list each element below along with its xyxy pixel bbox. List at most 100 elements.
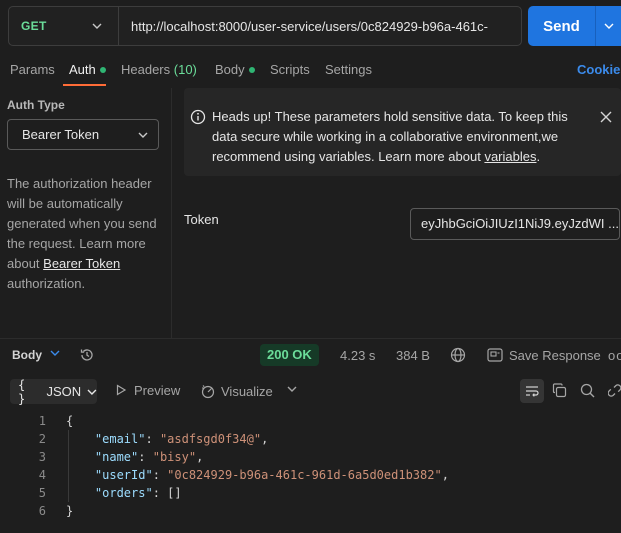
chevron-down-icon [138, 132, 148, 138]
more-options-button[interactable]: ooo [608, 348, 621, 363]
copy-icon[interactable] [552, 383, 567, 398]
chevron-down-icon [604, 23, 613, 29]
response-size[interactable]: 384 B [396, 348, 430, 363]
json-punctuation: , [261, 432, 269, 446]
chevron-down-icon[interactable] [50, 350, 60, 356]
chevron-down-icon [87, 389, 97, 395]
status-badge[interactable]: 200 OK [260, 344, 319, 366]
json-punctuation [66, 486, 95, 500]
json-punctuation: : [] [152, 486, 182, 500]
format-select[interactable]: { } JSON [10, 377, 97, 406]
send-button[interactable]: Send [528, 18, 595, 35]
tab-settings[interactable]: Settings [325, 62, 372, 77]
active-dot-icon [99, 66, 106, 73]
code-line: 1{ [0, 412, 621, 430]
bearer-token-link[interactable]: Bearer Token [43, 256, 120, 271]
auth-desc-text-end: authorization. [7, 276, 86, 291]
active-dot-icon [248, 66, 255, 73]
tab-body[interactable]: Body [215, 62, 255, 77]
url-bar: GET http://localhost:8000/user-service/u… [8, 6, 522, 46]
visualize-label: Visualize [221, 384, 273, 399]
active-tab-underline [63, 84, 106, 86]
tab-headers-label: Headers [121, 62, 171, 77]
notice-text: Heads up! These parameters hold sensitiv… [212, 107, 596, 167]
code-line: 4 "userId": "0c824929-b96a-461c-961d-6a5… [0, 466, 621, 484]
line-number: 4 [38, 468, 46, 482]
tab-headers[interactable]: Headers (10) [121, 62, 197, 77]
auth-description: The authorization header will be automat… [7, 174, 167, 294]
visualize-button[interactable]: Visualize [200, 383, 273, 399]
response-time[interactable]: 4.23 s [340, 348, 375, 363]
auth-type-label: Auth Type [7, 98, 65, 112]
headers-count: (10) [173, 62, 197, 77]
line-content: } [66, 502, 73, 520]
tab-scripts[interactable]: Scripts [270, 62, 310, 77]
tab-body-label: Body [215, 62, 245, 77]
json-key: "orders" [94, 486, 153, 500]
save-response-icon[interactable] [487, 348, 503, 362]
line-number: 5 [38, 486, 46, 500]
json-punctuation: : [138, 450, 153, 464]
auth-type-value: Bearer Token [22, 127, 100, 142]
format-label: JSON [46, 384, 82, 399]
json-key: "name" [94, 450, 139, 464]
json-punctuation: , [196, 450, 204, 464]
code-line: 6} [0, 502, 621, 520]
line-content: "userId": "0c824929-b96a-461c-961d-6a5d0… [66, 466, 449, 484]
json-key: "userId" [94, 468, 153, 482]
request-tabs: Params Auth Headers (10) Body Scripts Se… [0, 56, 621, 86]
code-line: 3 "name": "bisy", [0, 448, 621, 466]
globe-icon[interactable] [450, 347, 466, 363]
history-icon[interactable] [79, 347, 95, 363]
save-response-button[interactable]: Save Response [509, 348, 601, 363]
response-bar: Body 200 OK 4.23 s 384 B Save Response o… [0, 339, 621, 371]
method-label: GET [21, 19, 47, 33]
wrap-lines-button[interactable] [520, 379, 544, 403]
notice-text-end: . [536, 149, 541, 164]
json-punctuation: { [66, 414, 74, 428]
json-key: "email" [94, 432, 146, 446]
tab-params[interactable]: Params [10, 62, 55, 77]
json-punctuation [66, 432, 95, 446]
line-content: "email": "asdfsgd0f34@", [66, 430, 268, 448]
send-button-group: Send [528, 6, 621, 46]
url-input[interactable]: http://localhost:8000/user-service/users… [119, 19, 521, 34]
json-punctuation: : [152, 468, 168, 482]
auth-sidebar: Auth Type Bearer Token The authorization… [0, 88, 172, 338]
line-content: "orders": [] [66, 484, 182, 502]
json-punctuation [66, 450, 95, 464]
code-line: 2 "email": "asdfsgd0f34@", [0, 430, 621, 448]
line-content: { [66, 412, 73, 430]
close-icon[interactable] [600, 111, 612, 123]
line-number: 3 [38, 450, 46, 464]
line-number: 2 [38, 432, 46, 446]
json-string: "bisy" [152, 450, 197, 464]
line-content: "name": "bisy", [66, 448, 203, 466]
auth-type-select[interactable]: Bearer Token [7, 119, 159, 150]
wrap-lines-icon [526, 386, 539, 397]
preview-label: Preview [134, 383, 181, 398]
link-icon[interactable] [608, 383, 621, 398]
play-icon [116, 384, 127, 396]
token-input[interactable]: eyJhbGciOiJIUzI1NiJ9.eyJzdWI ... [410, 208, 620, 240]
response-json-viewer[interactable]: 1{2 "email": "asdfsgd0f34@", 3 "name": "b… [0, 412, 621, 520]
method-select[interactable]: GET [9, 7, 119, 45]
cookies-link[interactable]: Cookies [577, 62, 621, 77]
variables-link[interactable]: variables [484, 149, 536, 164]
chevron-down-icon [92, 23, 102, 29]
preview-button[interactable]: Preview [115, 383, 180, 398]
search-icon[interactable] [580, 383, 595, 398]
braces-icon: { } [18, 377, 26, 406]
tab-auth-label: Auth [69, 62, 96, 77]
code-line: 5 "orders": [] [0, 484, 621, 502]
tab-auth[interactable]: Auth [69, 62, 106, 77]
visualize-icon [201, 385, 215, 399]
response-body-dropdown[interactable]: Body [12, 348, 42, 362]
json-string: "asdfsgd0f34@" [159, 432, 262, 446]
json-punctuation: : [145, 432, 160, 446]
token-label: Token [184, 212, 219, 227]
chevron-down-icon[interactable] [287, 386, 297, 392]
json-punctuation: , [441, 468, 449, 482]
send-options-button[interactable] [595, 6, 621, 46]
info-icon [190, 109, 206, 125]
